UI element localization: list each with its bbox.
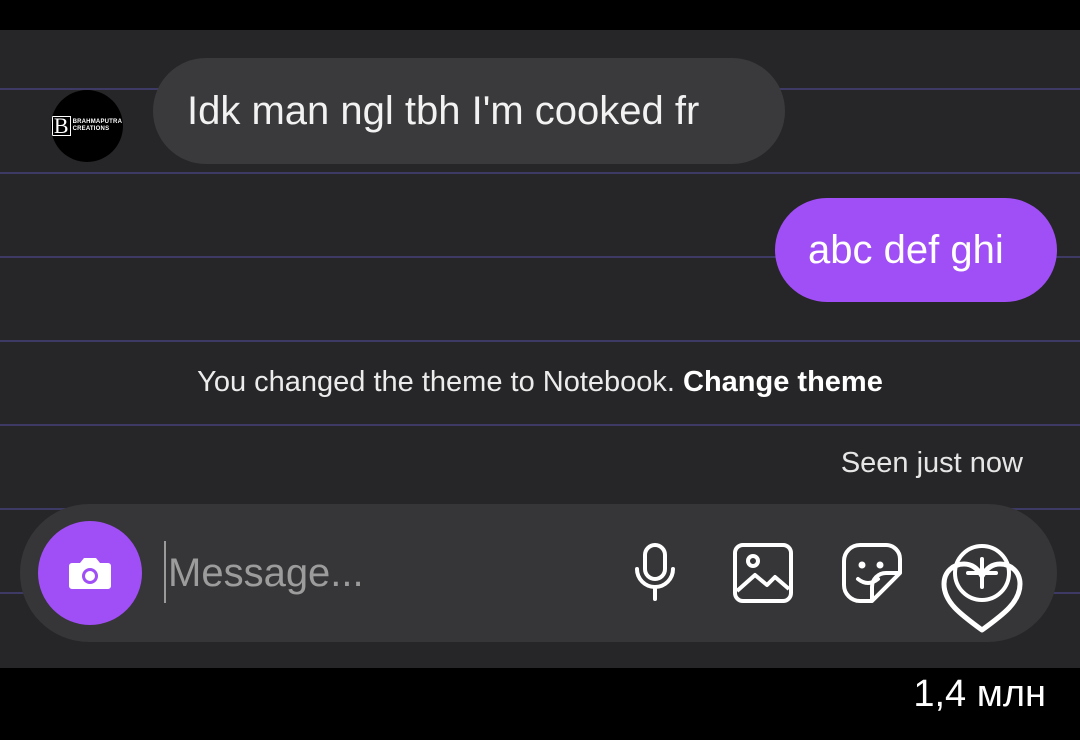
sticker-icon [842,543,902,603]
chat-thread: B BRAHMAPUTRA CREATIONS Idk man ngl tbh … [0,30,1080,668]
message-composer [20,504,1057,642]
incoming-message-bubble[interactable]: Idk man ngl tbh I'm cooked fr [153,58,785,164]
seen-status: Seen just now [840,447,1023,479]
gallery-button[interactable] [731,541,795,605]
avatar-logo-text: BRAHMAPUTRA CREATIONS [73,119,123,133]
outgoing-message-bubble[interactable]: abc def ghi [775,198,1057,302]
change-theme-link[interactable]: Change theme [683,366,883,398]
like-count: 1,4 млн [913,673,1046,715]
sticker-button[interactable] [840,541,904,605]
gallery-icon [733,543,793,603]
avatar-logo-line1: BRAHMAPUTRA [72,119,123,125]
theme-change-text: You changed the theme to Notebook. [197,366,675,398]
sender-avatar[interactable]: B BRAHMAPUTRA CREATIONS [51,90,123,162]
theme-change-notice: You changed the theme to Notebook. Chang… [0,362,1080,402]
avatar-logo-letter: B [51,113,71,138]
voice-message-button[interactable] [623,541,687,605]
camera-button[interactable] [38,521,142,625]
heart-outline-icon[interactable] [940,560,1024,636]
microphone-icon [635,543,675,601]
avatar-logo-line2: CREATIONS [72,126,110,132]
message-input[interactable] [166,534,588,612]
camera-icon [69,558,111,589]
